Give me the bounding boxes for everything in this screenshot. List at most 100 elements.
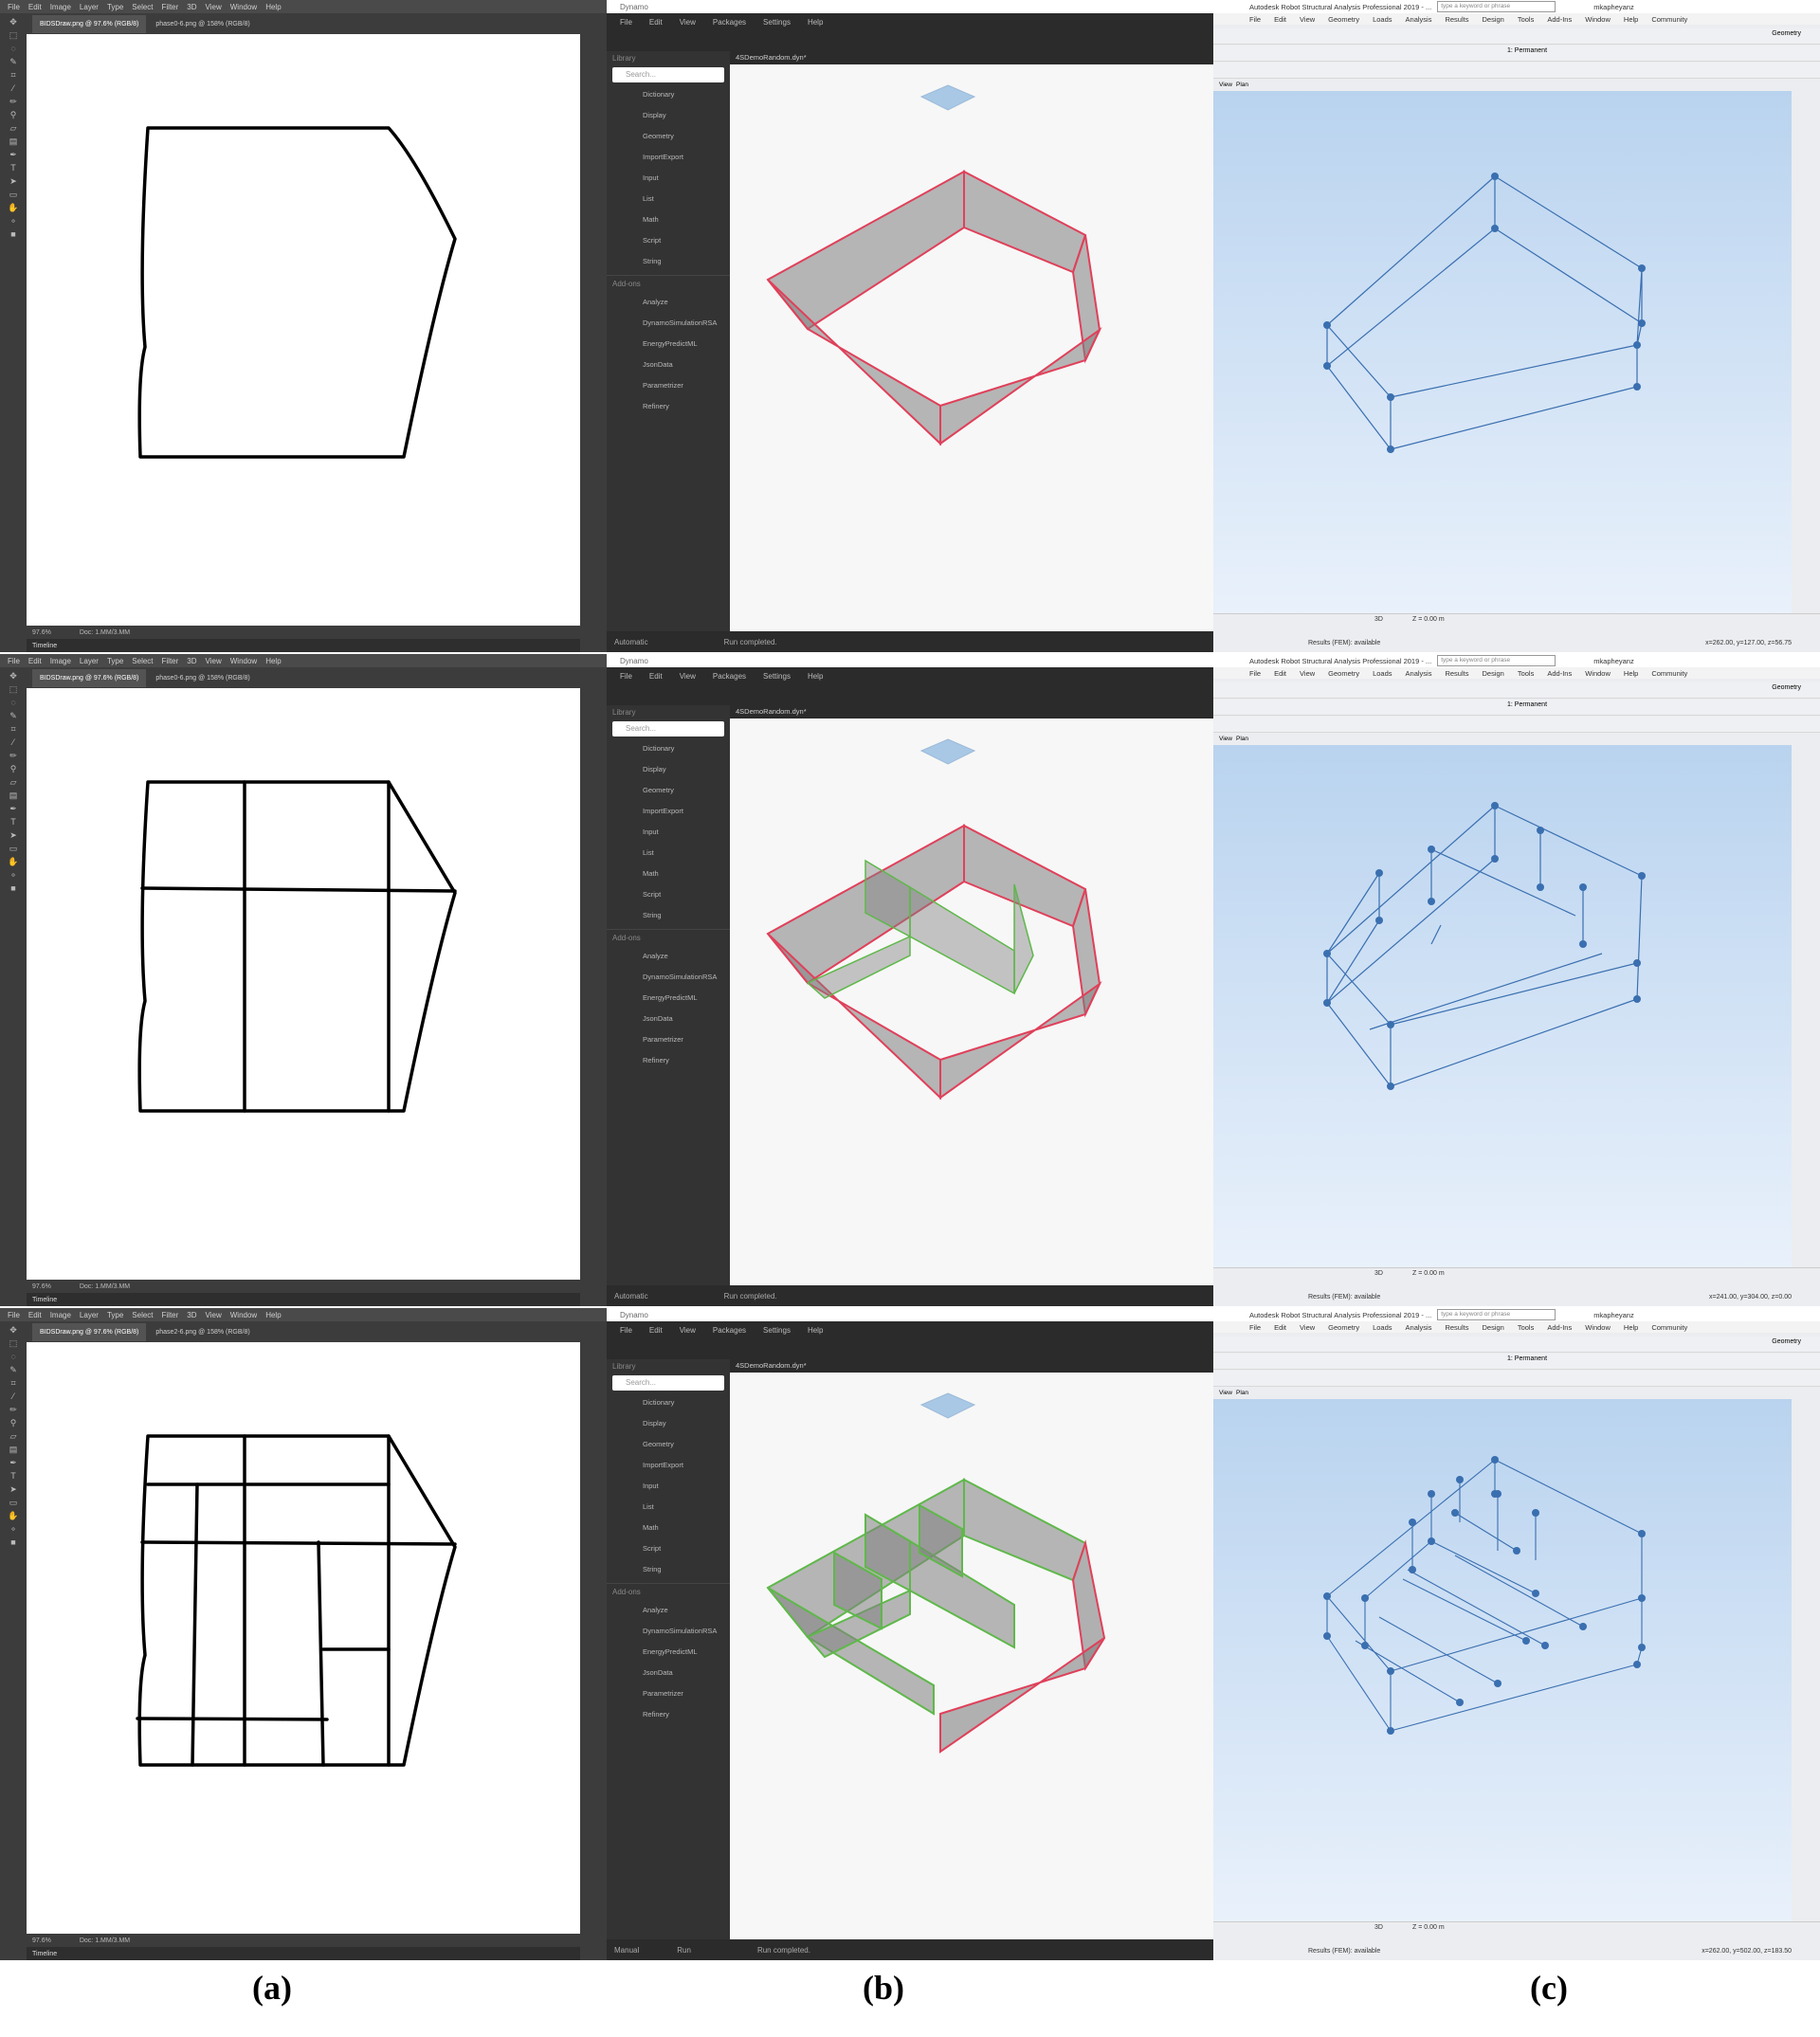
ps-menu-3d[interactable]: 3D — [187, 1311, 196, 1319]
library-item-string[interactable]: String — [607, 1559, 730, 1580]
rb-menu-window[interactable]: Window — [1585, 669, 1611, 678]
view-tab[interactable]: View — [1219, 1390, 1232, 1399]
ps-tab-active[interactable]: BIDSDraw.png @ 97.6% (RGB/8) — [32, 668, 147, 687]
addon-jsondata[interactable]: JsonData — [607, 1663, 730, 1683]
plan-tab[interactable]: Plan — [1236, 1390, 1248, 1399]
brush-tool-icon[interactable]: ✏ — [7, 751, 20, 760]
dynamo-3d-viewport[interactable] — [730, 1373, 1213, 1939]
ps-menu-filter[interactable]: Filter — [162, 1311, 179, 1319]
stamp-tool-icon[interactable]: ⚲ — [7, 110, 20, 119]
ps-menu-view[interactable]: View — [206, 1311, 222, 1319]
layout-dropdown[interactable]: Geometry — [1772, 1338, 1801, 1345]
eyedropper-icon[interactable]: ⁄ — [7, 83, 20, 93]
rb-menu-design[interactable]: Design — [1482, 669, 1503, 678]
rb-menu-file[interactable]: File — [1249, 1323, 1261, 1332]
dy-menu-settings[interactable]: Settings — [763, 1326, 791, 1335]
gradient-tool-icon[interactable]: ▤ — [7, 136, 20, 146]
ps-menu-type[interactable]: Type — [107, 3, 123, 11]
addon-energypredictml[interactable]: EnergyPredictML — [607, 988, 730, 1009]
ps-tab-other[interactable]: phase0-6.png @ 158% (RGB/8) — [155, 21, 249, 27]
ps-menu-select[interactable]: Select — [132, 3, 153, 11]
addon-analyze[interactable]: Analyze — [607, 1600, 730, 1621]
rb-menu-tools[interactable]: Tools — [1518, 1323, 1535, 1332]
color-swatch-icon[interactable]: ■ — [7, 229, 20, 239]
shape-tool-icon[interactable]: ▭ — [7, 1498, 20, 1507]
crop-tool-icon[interactable]: ⌗ — [7, 70, 20, 80]
run-button[interactable]: Run — [677, 1946, 691, 1955]
rb-menu-community[interactable]: Community — [1651, 15, 1687, 24]
dy-menu-file[interactable]: File — [620, 1326, 632, 1335]
dy-menu-view[interactable]: View — [680, 672, 696, 681]
eyedropper-icon[interactable]: ⁄ — [7, 1391, 20, 1401]
rb-menu-addins[interactable]: Add-Ins — [1547, 669, 1572, 678]
ps-menu-image[interactable]: Image — [50, 1311, 71, 1319]
ps-menu-filter[interactable]: Filter — [162, 3, 179, 11]
library-item-dictionary[interactable]: Dictionary — [607, 1392, 730, 1413]
shape-tool-icon[interactable]: ▭ — [7, 844, 20, 853]
view-tab[interactable]: View — [1219, 82, 1232, 91]
library-item-display[interactable]: Display — [607, 105, 730, 126]
level-readout[interactable]: Z = 0.00 m — [1412, 1270, 1445, 1277]
ps-menu-window[interactable]: Window — [230, 3, 257, 11]
view-mode[interactable]: 3D — [1374, 1270, 1383, 1277]
plan-tab[interactable]: Plan — [1236, 736, 1248, 745]
dynamo-3d-viewport[interactable] — [730, 64, 1213, 631]
ps-menu-select[interactable]: Select — [132, 1311, 153, 1319]
zoom-tool-icon[interactable]: ⚬ — [7, 1524, 20, 1534]
type-tool-icon[interactable]: T — [7, 817, 20, 827]
robot-user[interactable]: mkapheyanz — [1593, 3, 1634, 11]
layout-dropdown[interactable]: Geometry — [1772, 30, 1801, 37]
ps-tab-other[interactable]: phase0-6.png @ 158% (RGB/8) — [155, 675, 249, 682]
rb-menu-geometry[interactable]: Geometry — [1328, 1323, 1359, 1332]
brush-tool-icon[interactable]: ✏ — [7, 1405, 20, 1414]
rb-menu-design[interactable]: Design — [1482, 15, 1503, 24]
library-item-dictionary[interactable]: Dictionary — [607, 738, 730, 759]
addon-energypredictml[interactable]: EnergyPredictML — [607, 1642, 730, 1663]
rb-menu-window[interactable]: Window — [1585, 1323, 1611, 1332]
dy-menu-file[interactable]: File — [620, 672, 632, 681]
view-mode[interactable]: 3D — [1374, 1924, 1383, 1931]
library-item-script[interactable]: Script — [607, 1538, 730, 1559]
dy-menu-help[interactable]: Help — [808, 672, 823, 681]
library-item-geometry[interactable]: Geometry — [607, 126, 730, 147]
view-tab[interactable]: View — [1219, 736, 1232, 745]
ps-tab-active[interactable]: BIDSDraw.png @ 97.6% (RGB/8) — [32, 14, 147, 33]
addon-energypredictml[interactable]: EnergyPredictML — [607, 334, 730, 355]
run-mode-dropdown[interactable]: Automatic — [614, 638, 648, 646]
rb-menu-view[interactable]: View — [1300, 669, 1315, 678]
rb-menu-view[interactable]: View — [1300, 15, 1315, 24]
move-tool-icon[interactable]: ✥ — [7, 1325, 20, 1335]
robot-search-input[interactable]: type a keyword or phrase — [1437, 1309, 1556, 1320]
ps-menu-file[interactable]: File — [8, 3, 20, 11]
library-item-math[interactable]: Math — [607, 864, 730, 884]
robot-search-input[interactable]: type a keyword or phrase — [1437, 1, 1556, 12]
rb-menu-results[interactable]: Results — [1445, 669, 1468, 678]
rb-menu-view[interactable]: View — [1300, 1323, 1315, 1332]
path-select-icon[interactable]: ➤ — [7, 830, 20, 840]
load-case-dropdown[interactable]: 1: Permanent — [1507, 1355, 1547, 1362]
hand-tool-icon[interactable]: ✋ — [7, 857, 20, 866]
library-item-script[interactable]: Script — [607, 884, 730, 905]
eraser-tool-icon[interactable]: ▱ — [7, 1431, 20, 1441]
hand-tool-icon[interactable]: ✋ — [7, 203, 20, 212]
addon-jsondata[interactable]: JsonData — [607, 355, 730, 375]
library-item-list[interactable]: List — [607, 1497, 730, 1518]
layout-dropdown[interactable]: Geometry — [1772, 684, 1801, 691]
ps-menu-3d[interactable]: 3D — [187, 657, 196, 665]
ps-menu-help[interactable]: Help — [265, 1311, 281, 1319]
addon-parametrizer[interactable]: Parametrizer — [607, 1683, 730, 1704]
library-item-string[interactable]: String — [607, 251, 730, 272]
eraser-tool-icon[interactable]: ▱ — [7, 123, 20, 133]
rb-menu-tools[interactable]: Tools — [1518, 669, 1535, 678]
addon-jsondata[interactable]: JsonData — [607, 1009, 730, 1029]
rb-menu-edit[interactable]: Edit — [1274, 15, 1286, 24]
stamp-tool-icon[interactable]: ⚲ — [7, 1418, 20, 1428]
library-item-geometry[interactable]: Geometry — [607, 1434, 730, 1455]
zoom-tool-icon[interactable]: ⚬ — [7, 216, 20, 226]
library-item-list[interactable]: List — [607, 189, 730, 209]
library-item-display[interactable]: Display — [607, 759, 730, 780]
addon-refinery[interactable]: Refinery — [607, 1050, 730, 1071]
ps-menu-edit[interactable]: Edit — [28, 657, 42, 665]
pen-tool-icon[interactable]: ✒ — [7, 804, 20, 813]
ps-timeline[interactable]: Timeline — [27, 639, 580, 652]
